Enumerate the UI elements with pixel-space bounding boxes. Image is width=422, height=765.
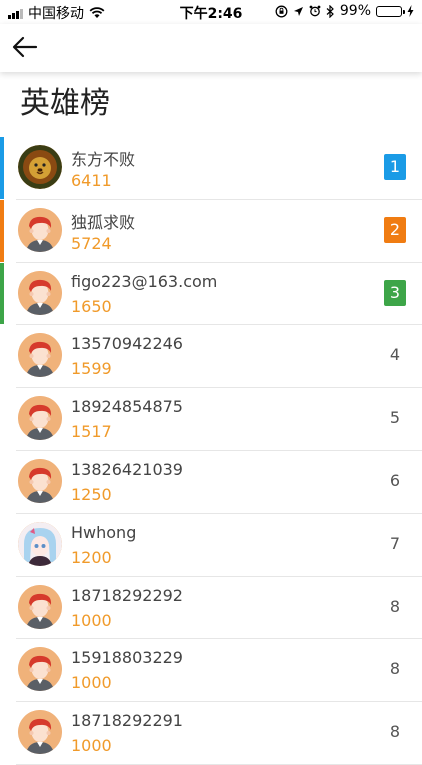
rank-number: 5 [389,408,401,428]
charging-icon [407,5,414,17]
rank-number: 8 [389,659,401,679]
status-right: 99% [275,3,414,19]
navigation-bar [0,24,422,72]
user-name: 东方不败 [71,150,136,169]
user-score: 1200 [71,547,112,567]
leaderboard-row[interactable]: 13826421039 1250 6 [16,451,422,514]
user-name: 13826421039 [71,459,183,479]
default-avatar[interactable] [18,458,62,503]
user-score: 6411 [71,171,112,190]
leaderboard-row[interactable]: 15918803229 1000 8 [16,639,422,703]
rotation-lock-icon [275,5,288,17]
alarm-icon [309,5,321,17]
default-avatar[interactable] [18,207,62,252]
leaderboard-row[interactable]: 13570942246 1599 4 [16,325,422,389]
rank-badge: 3 [384,279,406,306]
user-name: 18718292292 [71,585,183,605]
lion-avatar[interactable] [18,145,62,189]
rank-number: 4 [389,345,401,365]
default-avatar[interactable] [18,333,62,378]
default-avatar[interactable] [18,396,62,441]
leaderboard-row[interactable]: figo223@163.com 1650 3 [0,262,422,326]
user-score: 1000 [71,736,112,756]
rank-accent-bar [0,137,4,199]
user-name: 独孤求败 [71,212,136,232]
leaderboard-row[interactable]: 独孤求败 5724 2 [0,199,422,263]
rank-badge: 1 [384,154,406,180]
leaderboard-row[interactable]: 18924854875 1517 5 [16,388,422,451]
leaderboard-list: 东方不败 6411 1 独孤求败 5724 2 figo223@163.com 1650 3 13… [0,137,422,765]
back-arrow-icon[interactable] [10,32,40,62]
user-score: 1000 [71,610,112,630]
rank-number: 8 [389,722,401,742]
rank-number: 6 [389,470,401,490]
anime-avatar[interactable] [18,521,62,566]
user-score: 1000 [71,673,112,693]
user-name: Hwhong [71,522,137,542]
bluetooth-icon [326,4,334,18]
leaderboard-row[interactable]: 18718292291 1000 8 [16,702,422,765]
user-name: 15918803229 [71,648,183,668]
user-name: 18718292291 [71,711,183,731]
battery-percent: 99% [339,3,371,19]
user-score: 1650 [71,296,112,316]
rank-badge: 2 [384,216,406,243]
rank-accent-bar [0,199,4,262]
leaderboard-row[interactable]: 18718292292 1000 8 [16,577,422,640]
rank-number: 8 [389,596,401,616]
user-score: 5724 [71,233,112,253]
user-score: 1517 [71,422,112,442]
user-score: 1250 [71,484,112,504]
status-bar: 中国移动 下午2:46 99% [0,0,422,24]
rank-accent-bar [0,262,4,325]
default-avatar[interactable] [18,710,62,755]
leaderboard-row[interactable]: 东方不败 6411 1 [0,137,422,200]
location-icon [293,6,303,16]
battery-icon [376,5,405,17]
user-name: 18924854875 [71,397,183,417]
default-avatar[interactable] [18,270,62,315]
default-avatar[interactable] [18,647,62,692]
user-score: 1599 [71,359,112,379]
default-avatar[interactable] [18,584,62,629]
leaderboard-row[interactable]: Hwhong 1200 7 [16,514,422,577]
user-name: 13570942246 [71,334,183,354]
user-name: figo223@163.com [71,271,218,291]
rank-number: 7 [389,533,401,553]
page-title: 英雄榜 [20,86,110,121]
